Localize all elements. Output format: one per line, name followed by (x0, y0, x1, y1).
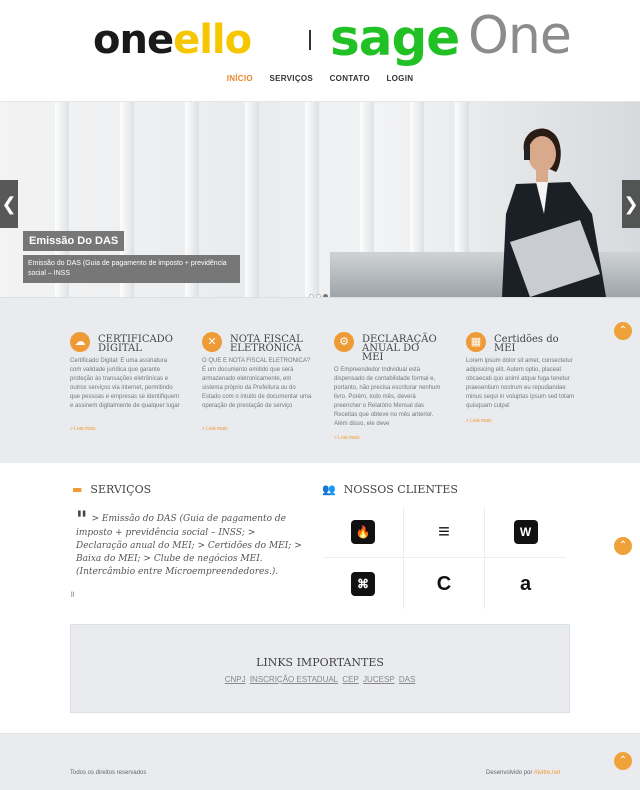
link-das[interactable]: DAS (399, 675, 415, 684)
businesswoman-image (502, 128, 606, 297)
service-certificado: ☁ CERTIFICADO DIGITAL Certificado Digita… (70, 332, 180, 432)
site-footer: Todos os direitos reservados Desenvolvid… (0, 733, 640, 790)
hero-slider: ❮ ❯ Emissão Do DAS Emissão do DAS (Guia … (0, 102, 640, 297)
client-tile[interactable]: 🔥 (323, 507, 404, 558)
clients-heading: 👥 NOSSOS CLIENTES (322, 483, 458, 496)
slider-prev-button[interactable]: ❮ (0, 180, 18, 228)
tools-icon: ✕ (202, 332, 222, 352)
codepen-icon: C (436, 572, 452, 595)
read-more-link[interactable]: » Leia mais (334, 435, 444, 441)
client-tile[interactable]: C (404, 558, 485, 609)
read-more-link[interactable]: » Leia mais (202, 426, 312, 432)
grid-icon: ▦ (466, 332, 486, 352)
link-cnpj[interactable]: CNPJ (225, 675, 246, 684)
links-title: LINKS IMPORTANTES (256, 656, 384, 669)
services-section: ☁ CERTIFICADO DIGITAL Certificado Digita… (0, 297, 640, 463)
sage-logo: sage (330, 9, 460, 67)
service-nota-fiscal: ✕ NOTA FISCAL ELETRÔNICA O QUE É NOTA FI… (202, 332, 312, 432)
service-desc: O Empreendedor Individual está dispensad… (334, 367, 441, 427)
service-title: NOTA FISCAL ELETRÔNICA (230, 334, 303, 354)
sage-one-logo: One (468, 6, 572, 66)
client-tile[interactable]: W (485, 507, 566, 558)
read-more-link[interactable]: » Leia mais (70, 426, 180, 432)
chat-icon: ▬ (72, 483, 83, 496)
clients-grid: 🔥 ≡ W ⌘ C a (323, 507, 566, 609)
copyright-text: Todos os direitos reservados (70, 770, 147, 776)
service-title: CERTIFICADO DIGITAL (98, 334, 173, 354)
main-content: ▬ SERVIÇOS " > Emissão do DAS (Guia de pag… (0, 463, 640, 733)
slider-dots (309, 286, 330, 297)
github-icon: ⌘ (351, 571, 375, 596)
scroll-top-button[interactable]: ⌃ (614, 322, 632, 340)
service-desc: Certificado Digital: É uma assinatura co… (70, 358, 180, 409)
quote-link[interactable]: ll (71, 592, 74, 599)
links-row: CNPJ INSCRIÇÃO ESTADUAL CEP JUCESP DAS (71, 675, 569, 684)
window-column (245, 102, 259, 297)
service-desc: O QUE É NOTA FISCAL ELETRÔNICA? É um doc… (202, 358, 312, 409)
nav-login[interactable]: LOGIN (386, 74, 413, 83)
services-heading: ▬ SERVIÇOS (72, 483, 152, 496)
client-tile[interactable]: ⌘ (323, 558, 404, 609)
slider-next-button[interactable]: ❯ (622, 180, 640, 228)
firebase-icon: 🔥 (351, 520, 375, 544)
site-header: oneello sage One INÍCIO SERVIÇOS CONTATO… (0, 0, 640, 102)
nav-servicos[interactable]: SERVIÇOS (269, 74, 313, 83)
services-quote: " > Emissão do DAS (Guia de pagamento de … (76, 507, 302, 577)
slide-caption-text: Emissão do DAS (Guia de pagamento de imp… (23, 255, 240, 283)
logo-divider (309, 30, 311, 50)
developer-credit: Desenvolvido por Alvitre.net (486, 770, 561, 776)
cloud-icon: ☁ (70, 332, 90, 352)
read-more-link[interactable]: » Leia mais (466, 418, 576, 424)
scroll-top-button[interactable]: ⌃ (614, 752, 632, 770)
window-column (305, 102, 319, 297)
important-links: LINKS IMPORTANTES CNPJ INSCRIÇÃO ESTADUA… (70, 624, 570, 713)
slide-caption-title: Emissão Do DAS (23, 231, 125, 251)
nav-contato[interactable]: CONTATO (330, 74, 370, 83)
service-title: DECLARAÇÃO ANUAL DO MEI (362, 334, 437, 363)
client-tile[interactable]: a (485, 558, 566, 609)
scroll-top-button[interactable]: ⌃ (614, 537, 632, 555)
users-icon: 👥 (322, 483, 336, 496)
developer-link[interactable]: Alvitre.net (534, 770, 561, 776)
service-declaracao: ⚙ DECLARAÇÃO ANUAL DO MEI O Empreendedor… (334, 332, 444, 441)
oneello-logo[interactable]: oneello (93, 18, 252, 62)
link-jucesp[interactable]: JUCESP (363, 675, 395, 684)
service-title: Certidões do MEI (494, 334, 559, 354)
service-certidoes: ▦ Certidões do MEI Lorem ipsum dolor sit… (466, 332, 576, 424)
gear-icon: ⚙ (334, 332, 354, 352)
wikipedia-icon: W (513, 520, 538, 544)
amazon-icon: a (519, 572, 532, 595)
main-nav: INÍCIO SERVIÇOS CONTATO LOGIN (0, 74, 640, 83)
link-inscricao[interactable]: INSCRIÇÃO ESTADUAL (250, 675, 338, 684)
stackoverflow-icon: ≡ (438, 521, 450, 543)
client-tile[interactable]: ≡ (404, 507, 485, 558)
link-cep[interactable]: CEP (342, 675, 358, 684)
service-desc: Lorem ipsum dolor sit amet, consectetur … (466, 358, 575, 409)
nav-inicio[interactable]: INÍCIO (227, 74, 253, 83)
